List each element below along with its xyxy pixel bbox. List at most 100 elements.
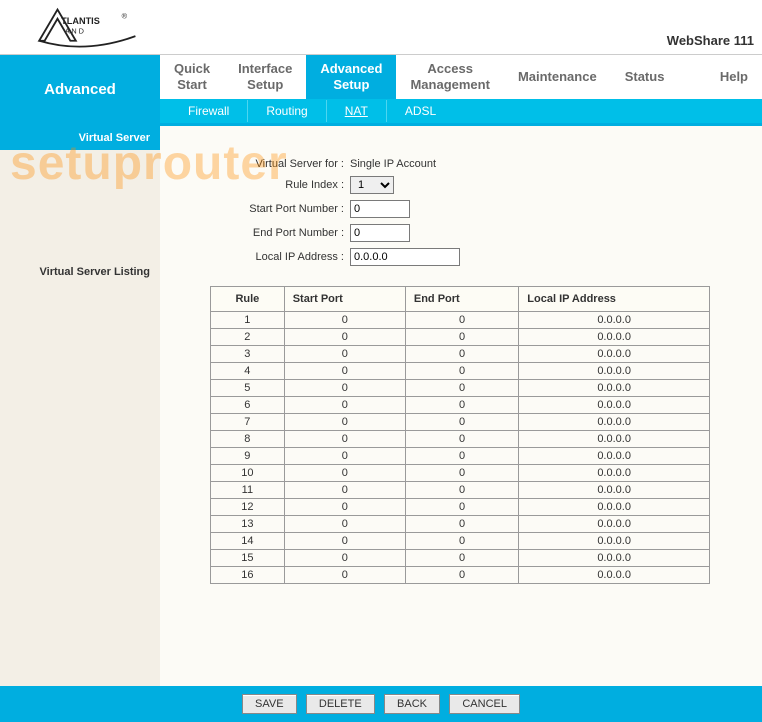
table-row: 5000.0.0.0 — [211, 380, 710, 397]
cell-start: 0 — [284, 397, 405, 414]
brand-logo: TLANTIS A N D ® — [30, 2, 140, 52]
cell-ip: 0.0.0.0 — [519, 567, 710, 584]
table-row: 10000.0.0.0 — [211, 465, 710, 482]
subnav-adsl[interactable]: ADSL — [387, 100, 454, 122]
top-bar: TLANTIS A N D ® WebShare 111 — [0, 0, 762, 55]
cell-end: 0 — [405, 431, 518, 448]
cell-rule: 8 — [211, 431, 285, 448]
cell-end: 0 — [405, 499, 518, 516]
rule-index-select[interactable]: 1 — [350, 176, 394, 194]
local-ip-label: Local IP Address : — [190, 251, 350, 263]
cell-start: 0 — [284, 346, 405, 363]
cell-ip: 0.0.0.0 — [519, 346, 710, 363]
cell-end: 0 — [405, 329, 518, 346]
side-section-vs-listing: Virtual Server Listing — [0, 260, 160, 284]
nav-help[interactable]: Help — [706, 55, 762, 99]
start-port-label: Start Port Number : — [190, 203, 350, 215]
table-row: 3000.0.0.0 — [211, 346, 710, 363]
cell-rule: 1 — [211, 312, 285, 329]
vs-listing-table: Rule Start Port End Port Local IP Addres… — [210, 286, 710, 584]
rule-index-label: Rule Index : — [190, 179, 350, 191]
cell-ip: 0.0.0.0 — [519, 363, 710, 380]
cell-start: 0 — [284, 516, 405, 533]
end-port-input[interactable] — [350, 224, 410, 242]
product-name: WebShare 111 — [667, 33, 754, 48]
cell-end: 0 — [405, 397, 518, 414]
nav-access-management[interactable]: AccessManagement — [396, 55, 503, 99]
cancel-button[interactable]: CANCEL — [449, 694, 520, 714]
cell-rule: 16 — [211, 567, 285, 584]
table-row: 2000.0.0.0 — [211, 329, 710, 346]
th-rule: Rule — [211, 287, 285, 312]
th-end-port: End Port — [405, 287, 518, 312]
cell-ip: 0.0.0.0 — [519, 312, 710, 329]
cell-start: 0 — [284, 329, 405, 346]
cell-end: 0 — [405, 363, 518, 380]
table-row: 14000.0.0.0 — [211, 533, 710, 550]
cell-ip: 0.0.0.0 — [519, 516, 710, 533]
cell-end: 0 — [405, 346, 518, 363]
cell-start: 0 — [284, 363, 405, 380]
svg-text:®: ® — [122, 12, 128, 21]
nav-quick-start[interactable]: QuickStart — [160, 55, 224, 99]
cell-rule: 4 — [211, 363, 285, 380]
save-button[interactable]: SAVE — [242, 694, 297, 714]
cell-ip: 0.0.0.0 — [519, 329, 710, 346]
content: setuprouter Virtual Server for : Single … — [160, 126, 762, 686]
cell-start: 0 — [284, 550, 405, 567]
cell-end: 0 — [405, 312, 518, 329]
cell-ip: 0.0.0.0 — [519, 533, 710, 550]
subnav-nat[interactable]: NAT — [327, 100, 387, 122]
cell-rule: 14 — [211, 533, 285, 550]
end-port-label: End Port Number : — [190, 227, 350, 239]
table-row: 7000.0.0.0 — [211, 414, 710, 431]
th-local-ip: Local IP Address — [519, 287, 710, 312]
back-button[interactable]: BACK — [384, 694, 440, 714]
cell-end: 0 — [405, 448, 518, 465]
cell-ip: 0.0.0.0 — [519, 397, 710, 414]
cell-end: 0 — [405, 550, 518, 567]
cell-ip: 0.0.0.0 — [519, 550, 710, 567]
nav-status[interactable]: Status — [611, 55, 679, 99]
table-row: 1000.0.0.0 — [211, 312, 710, 329]
subnav-routing[interactable]: Routing — [248, 100, 326, 122]
cell-ip: 0.0.0.0 — [519, 431, 710, 448]
vs-for-value: Single IP Account — [350, 158, 436, 170]
svg-text:TLANTIS: TLANTIS — [61, 16, 100, 26]
section-title: Advanced — [0, 55, 160, 123]
cell-start: 0 — [284, 448, 405, 465]
svg-text:A N D: A N D — [65, 26, 84, 35]
cell-rule: 6 — [211, 397, 285, 414]
cell-rule: 13 — [211, 516, 285, 533]
cell-start: 0 — [284, 482, 405, 499]
main-nav: QuickStart InterfaceSetup AdvancedSetup … — [160, 55, 762, 99]
cell-start: 0 — [284, 380, 405, 397]
nav-interface-setup[interactable]: InterfaceSetup — [224, 55, 306, 99]
cell-start: 0 — [284, 312, 405, 329]
table-row: 15000.0.0.0 — [211, 550, 710, 567]
nav-maintenance[interactable]: Maintenance — [504, 55, 611, 99]
table-row: 6000.0.0.0 — [211, 397, 710, 414]
cell-end: 0 — [405, 516, 518, 533]
vs-for-label: Virtual Server for : — [190, 158, 350, 170]
cell-rule: 15 — [211, 550, 285, 567]
cell-start: 0 — [284, 465, 405, 482]
start-port-input[interactable] — [350, 200, 410, 218]
delete-button[interactable]: DELETE — [306, 694, 375, 714]
cell-start: 0 — [284, 499, 405, 516]
cell-start: 0 — [284, 533, 405, 550]
cell-rule: 3 — [211, 346, 285, 363]
side-section-virtual-server: Virtual Server — [0, 126, 160, 150]
nav-advanced-setup[interactable]: AdvancedSetup — [306, 55, 396, 99]
sidebar: Virtual Server Virtual Server Listing — [0, 126, 160, 686]
cell-end: 0 — [405, 482, 518, 499]
cell-ip: 0.0.0.0 — [519, 380, 710, 397]
table-row: 13000.0.0.0 — [211, 516, 710, 533]
subnav-firewall[interactable]: Firewall — [170, 100, 248, 122]
cell-rule: 9 — [211, 448, 285, 465]
local-ip-input[interactable] — [350, 248, 460, 266]
table-row: 12000.0.0.0 — [211, 499, 710, 516]
cell-start: 0 — [284, 414, 405, 431]
cell-ip: 0.0.0.0 — [519, 482, 710, 499]
th-start-port: Start Port — [284, 287, 405, 312]
